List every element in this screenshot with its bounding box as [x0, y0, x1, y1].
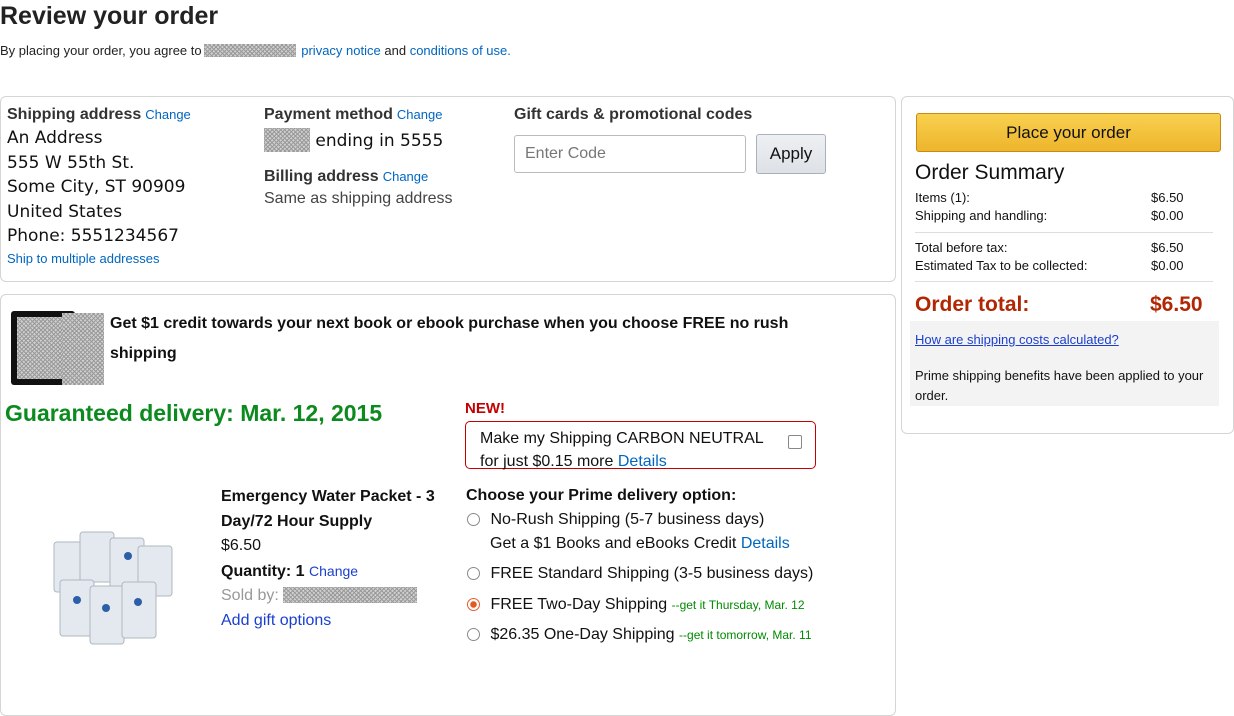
carbon-neutral-box: Make my Shipping CARBON NEUTRAL for just… [465, 421, 816, 470]
privacy-notice-link[interactable]: privacy notice [301, 43, 380, 58]
billing-address-value: Same as shipping address [264, 189, 453, 207]
shipping-address-section: Shipping address Change An Address 555 W … [7, 106, 191, 266]
place-order-button[interactable]: Place your order [916, 113, 1221, 152]
summary-divider [915, 281, 1213, 282]
shipping-costs-link[interactable]: How are shipping costs calculated? [915, 332, 1119, 347]
summary-row-label: Total before tax: [915, 240, 1008, 255]
summary-row-value: $0.00 [1151, 258, 1184, 273]
delivery-option-two-day[interactable]: FREE Two-Day Shipping --get it Thursday,… [467, 596, 805, 614]
option-label: $26.35 One-Day Shipping [490, 626, 675, 643]
payment-section: Payment method Change ending in 5555 Bill… [264, 106, 453, 208]
summary-row: Estimated Tax to be collected: $0.00 [915, 257, 1215, 275]
summary-row: Items (1): $6.50 [915, 189, 1215, 207]
carbon-neutral-price: for just $0.15 more [480, 453, 614, 470]
address-line: United States [7, 201, 123, 222]
item-price: $6.50 [221, 537, 262, 554]
delivery-option-standard[interactable]: FREE Standard Shipping (3-5 business day… [467, 565, 813, 583]
carbon-neutral-text: Make my Shipping CARBON NEUTRAL [480, 430, 764, 447]
item-details: Emergency Water Packet - 3 Day/72 Hour S… [221, 485, 435, 633]
agreement-text: By placing your order, you agree to priv… [0, 43, 511, 58]
summary-row: Total before tax: $6.50 [915, 239, 1215, 257]
change-shipping-address-link[interactable]: Change [145, 107, 191, 122]
no-rush-credit-note: Get a $1 Books and eBooks Credit Details [490, 535, 790, 553]
agreement-prefix: By placing your order, you agree to [0, 43, 202, 58]
shipping-info-panel: How are shipping costs calculated? Prime… [910, 321, 1219, 406]
quantity-label: Quantity: [221, 562, 292, 580]
no-rush-details-link[interactable]: Details [741, 535, 790, 552]
seller-name-redacted [283, 587, 418, 603]
promo-credit-text: Get $1 credit towards your next book or … [110, 315, 789, 362]
address-phone: Phone: 5551234567 [7, 226, 179, 246]
billing-address-heading: Billing address [264, 167, 379, 185]
summary-row-label: Items (1): [915, 190, 970, 205]
new-label: NEW! [465, 400, 505, 417]
option-label: FREE Standard Shipping (3-5 business day… [490, 565, 814, 582]
summary-row-label: Estimated Tax to be collected: [915, 258, 1088, 273]
payment-method-heading: Payment method [264, 106, 393, 123]
address-line: 555 W 55th St. [7, 152, 135, 173]
page-title: Review your order [0, 2, 219, 30]
guaranteed-delivery-date: Guaranteed delivery: Mar. 12, 2015 [5, 400, 383, 426]
summary-rows-items: Items (1): $6.50 Shipping and handling: $0… [915, 189, 1215, 225]
summary-row-value: $6.50 [1151, 190, 1184, 205]
change-billing-link[interactable]: Change [383, 169, 429, 184]
summary-rows-tax: Total before tax: $6.50 Estimated Tax to … [915, 239, 1215, 275]
redacted-store-name [203, 44, 296, 57]
summary-row-value: $0.00 [1151, 208, 1184, 223]
product-image [50, 528, 178, 646]
delivery-option-no-rush[interactable]: No-Rush Shipping (5-7 business days) [467, 511, 764, 529]
promo-code-input[interactable] [514, 135, 746, 173]
summary-row-value: $6.50 [1151, 240, 1184, 255]
apply-code-button[interactable]: Apply [756, 134, 826, 174]
radio-standard[interactable] [467, 567, 480, 580]
sold-by-label: Sold by: [221, 587, 279, 604]
card-ending: ending in 5555 [315, 131, 444, 151]
order-summary-heading: Order Summary [915, 161, 1065, 184]
radio-two-day-selected[interactable] [467, 598, 480, 611]
add-gift-options-link[interactable]: Add gift options [221, 612, 331, 629]
ship-to-multiple-link[interactable]: Ship to multiple addresses [7, 251, 191, 266]
order-total-label: Order total: [915, 293, 1030, 316]
gift-code-section: Gift cards & promotional codes Apply [514, 106, 826, 174]
delivery-option-one-day[interactable]: $26.35 One-Day Shipping --get it tomorro… [467, 626, 812, 644]
option-note: --get it Thursday, Mar. 12 [671, 598, 805, 612]
no-rush-credit-text: Get a $1 Books and eBooks Credit [490, 535, 737, 552]
gift-codes-heading: Gift cards & promotional codes [514, 106, 753, 123]
prime-benefits-note: Prime shipping benefits have been applie… [915, 368, 1204, 403]
quantity-value: 1 [295, 562, 305, 580]
summary-divider [915, 232, 1213, 233]
agreement-and: and [384, 43, 407, 58]
summary-row: Shipping and handling: $0.00 [915, 207, 1215, 225]
order-total-value: $6.50 [1150, 293, 1203, 316]
carbon-neutral-checkbox[interactable] [788, 435, 802, 449]
summary-row-label: Shipping and handling: [915, 208, 1048, 223]
card-logo-redacted [264, 128, 310, 152]
delivery-options-heading: Choose your Prime delivery option: [466, 487, 737, 504]
carbon-details-link[interactable]: Details [618, 453, 667, 470]
change-payment-link[interactable]: Change [397, 107, 443, 122]
option-note: --get it tomorrow, Mar. 11 [679, 628, 812, 642]
option-label: FREE Two-Day Shipping [490, 596, 668, 613]
address-line: An Address [7, 128, 103, 148]
change-quantity-link[interactable]: Change [309, 563, 358, 579]
shipping-address-heading: Shipping address [7, 106, 142, 123]
radio-one-day[interactable] [467, 628, 480, 641]
item-name-line1: Emergency Water Packet - 3 [221, 488, 435, 505]
conditions-of-use-link[interactable]: conditions of use. [410, 43, 511, 58]
book-image-redacted [62, 313, 104, 385]
option-label: No-Rush Shipping (5-7 business days) [490, 511, 765, 528]
item-name-line2: Day/72 Hour Supply [221, 512, 373, 530]
radio-no-rush[interactable] [467, 513, 480, 526]
address-line: Some City, ST 90909 [7, 177, 186, 197]
